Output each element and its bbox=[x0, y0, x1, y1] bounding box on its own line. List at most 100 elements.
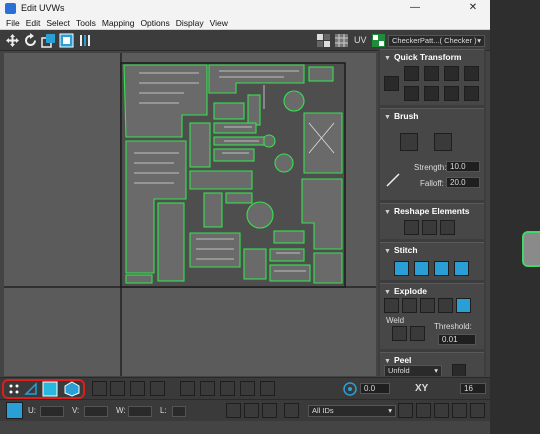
uv-canvas bbox=[4, 53, 376, 376]
loop-selection-icon[interactable] bbox=[150, 381, 165, 396]
select-by-element-icon[interactable] bbox=[180, 381, 195, 396]
angle-spinner[interactable]: 0.0 bbox=[360, 383, 390, 394]
break-icon[interactable] bbox=[384, 298, 399, 313]
menu-display[interactable]: Display bbox=[176, 18, 204, 28]
relax-icon[interactable] bbox=[422, 220, 437, 235]
edge-mode-icon[interactable] bbox=[24, 382, 38, 396]
chevron-down-icon: ▾ bbox=[388, 406, 392, 415]
select-overlap-icon[interactable] bbox=[200, 381, 215, 396]
ring-selection-icon[interactable] bbox=[130, 381, 145, 396]
select-by-smoothing-icon[interactable] bbox=[240, 381, 255, 396]
mirror-icon[interactable] bbox=[77, 33, 92, 48]
align-bottom-icon[interactable] bbox=[464, 86, 479, 101]
lock-icon[interactable] bbox=[226, 403, 241, 418]
circle-icon[interactable] bbox=[440, 220, 455, 235]
texture-checker-icon[interactable] bbox=[371, 33, 386, 48]
freeform-icon[interactable] bbox=[59, 33, 74, 48]
peel-header[interactable]: ▼ Peel bbox=[380, 353, 484, 365]
menu-tools[interactable]: Tools bbox=[76, 18, 96, 28]
rotation-snap-icon[interactable] bbox=[342, 381, 358, 397]
map-grid-icon[interactable] bbox=[334, 33, 349, 48]
xy-label[interactable]: XY bbox=[415, 383, 428, 394]
peel-mode-dropdown[interactable]: Unfold ▾ bbox=[384, 365, 442, 376]
rotate-minus-icon[interactable] bbox=[444, 86, 459, 101]
u-field[interactable] bbox=[40, 406, 64, 417]
app-icon bbox=[5, 2, 16, 14]
select-by-material-icon[interactable] bbox=[260, 381, 275, 396]
menu-view[interactable]: View bbox=[210, 18, 228, 28]
stitch-header[interactable]: ▼ Stitch bbox=[380, 243, 484, 255]
align-right-icon[interactable] bbox=[464, 66, 479, 81]
close-button[interactable]: ✕ bbox=[458, 0, 488, 16]
straighten-icon[interactable] bbox=[404, 220, 419, 235]
freeze-icon[interactable] bbox=[262, 403, 277, 418]
strength-label: Strength: bbox=[414, 163, 447, 172]
paint-move-icon[interactable] bbox=[400, 133, 418, 151]
align-vertical-icon[interactable] bbox=[404, 86, 419, 101]
menu-file[interactable]: File bbox=[6, 18, 20, 28]
id-filter-value: All IDs bbox=[312, 406, 334, 415]
snap-icon[interactable] bbox=[470, 403, 485, 418]
vertex-mode-icon[interactable] bbox=[8, 383, 20, 395]
peel-options-icon[interactable] bbox=[452, 364, 466, 376]
zoom-icon[interactable] bbox=[416, 403, 431, 418]
strength-spinner[interactable]: 10.0 bbox=[446, 161, 480, 172]
stitch-average-icon[interactable] bbox=[434, 261, 449, 276]
relax-brush-icon[interactable] bbox=[434, 133, 452, 151]
menu-options[interactable]: Options bbox=[140, 18, 169, 28]
uv-editor-viewport[interactable] bbox=[4, 53, 376, 376]
space-horizontal-icon[interactable] bbox=[424, 86, 439, 101]
align-horizontal-icon[interactable] bbox=[404, 66, 419, 81]
flatten-by-material-icon[interactable] bbox=[456, 298, 471, 313]
weld-selected-icon[interactable] bbox=[392, 326, 407, 341]
explode-header[interactable]: ▼ Explode bbox=[380, 284, 484, 296]
texture-dropdown[interactable]: CheckerPatt...( Checker ) ▾ bbox=[388, 35, 485, 47]
zoom-extents-icon[interactable] bbox=[452, 403, 467, 418]
flatten-by-polygon-icon[interactable] bbox=[420, 298, 435, 313]
flatten-by-smoothing-icon[interactable] bbox=[438, 298, 453, 313]
align-center-icon[interactable] bbox=[384, 76, 399, 91]
quick-transform-header[interactable]: ▼ Quick Transform bbox=[380, 50, 484, 62]
menu-select[interactable]: Select bbox=[46, 18, 70, 28]
l-field[interactable] bbox=[172, 406, 186, 417]
element-mode-icon[interactable] bbox=[64, 381, 80, 397]
pan-icon[interactable] bbox=[398, 403, 413, 418]
minimize-button[interactable]: — bbox=[400, 0, 430, 16]
detach-icon[interactable] bbox=[402, 298, 417, 313]
falloff-label: Falloff: bbox=[420, 179, 444, 188]
paint-select-icon[interactable] bbox=[220, 381, 235, 396]
filter-icon[interactable] bbox=[284, 403, 299, 418]
scale-icon[interactable] bbox=[41, 33, 56, 48]
brush-header[interactable]: ▼ Brush bbox=[380, 109, 484, 121]
show-hidden-icon[interactable] bbox=[244, 403, 259, 418]
rotate-icon[interactable] bbox=[23, 33, 38, 48]
menu-mapping[interactable]: Mapping bbox=[102, 18, 135, 28]
threshold-label: Threshold: bbox=[434, 322, 472, 331]
stitch-target-icon[interactable] bbox=[454, 261, 469, 276]
chevron-down-icon: ▾ bbox=[477, 36, 481, 45]
reshape-elements-header[interactable]: ▼ Reshape Elements bbox=[380, 204, 484, 216]
zoom-region-icon[interactable] bbox=[434, 403, 449, 418]
w-field[interactable] bbox=[128, 406, 152, 417]
shrink-selection-icon[interactable] bbox=[110, 381, 125, 396]
checker-grid-icon[interactable] bbox=[316, 33, 331, 48]
weld-label: Weld bbox=[386, 316, 405, 325]
brush-stroke-icon[interactable] bbox=[384, 171, 402, 189]
grow-selection-icon[interactable] bbox=[92, 381, 107, 396]
menu-edit[interactable]: Edit bbox=[26, 18, 41, 28]
rotate-plus-icon[interactable] bbox=[444, 66, 459, 81]
absolute-mode-icon[interactable] bbox=[6, 402, 23, 419]
uv-label: UV bbox=[354, 35, 367, 45]
falloff-spinner[interactable]: 20.0 bbox=[446, 177, 480, 188]
move-icon[interactable] bbox=[5, 33, 20, 48]
grid-size-spinner[interactable]: 16 bbox=[460, 383, 486, 394]
v-field[interactable] bbox=[84, 406, 108, 417]
space-vertical-icon[interactable] bbox=[424, 66, 439, 81]
threshold-spinner[interactable]: 0.01 bbox=[438, 334, 476, 345]
reshape-elements-section: ▼ Reshape Elements bbox=[380, 203, 484, 239]
polygon-mode-icon[interactable] bbox=[42, 381, 58, 397]
stitch-source-icon[interactable] bbox=[414, 261, 429, 276]
weld-target-icon[interactable] bbox=[410, 326, 425, 341]
id-filter-dropdown[interactable]: All IDs ▾ bbox=[308, 405, 396, 417]
stitch-custom-icon[interactable] bbox=[394, 261, 409, 276]
